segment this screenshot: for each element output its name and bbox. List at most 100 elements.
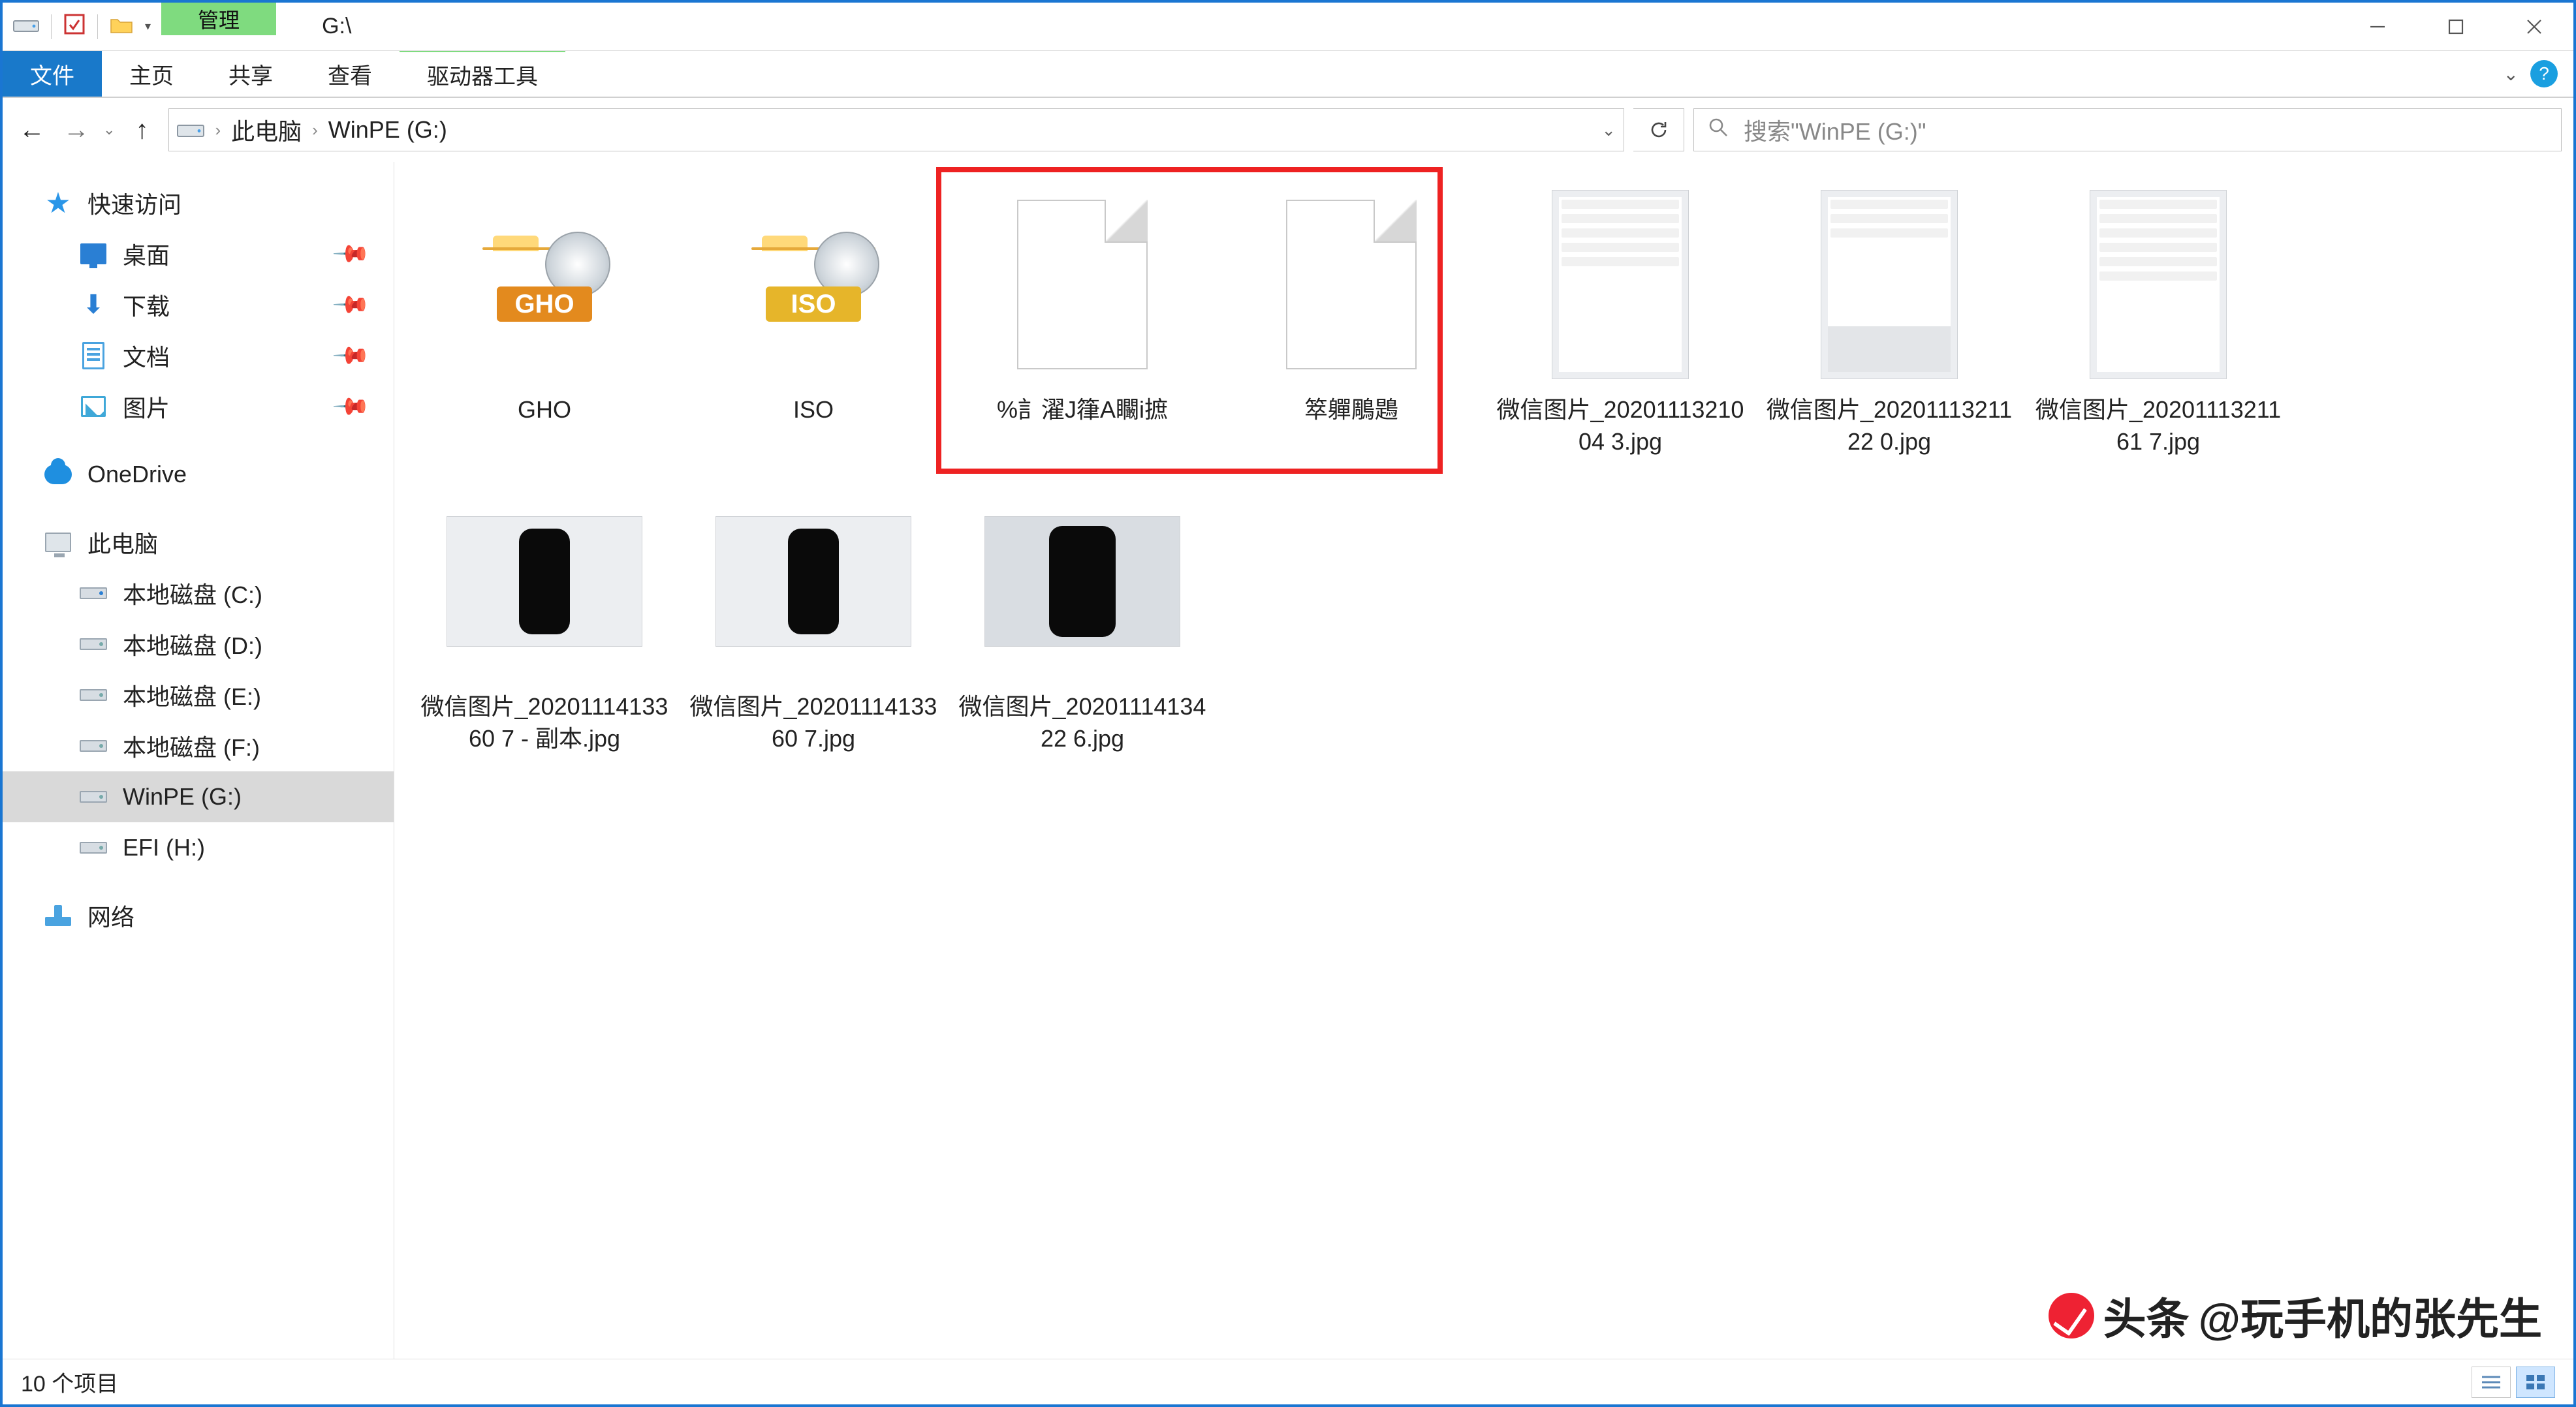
maximize-button[interactable] bbox=[2417, 3, 2495, 50]
folder-icon: GHO bbox=[482, 236, 606, 333]
history-dropdown-icon[interactable]: ⌄ bbox=[103, 121, 115, 138]
ribbon-expand-icon[interactable]: ⌄ bbox=[2504, 63, 2519, 85]
drive-icon bbox=[80, 580, 107, 607]
image-thumbnail bbox=[1552, 190, 1689, 379]
search-icon bbox=[1707, 116, 1729, 144]
file-label: 微信图片_2020111321004 3.jpg bbox=[1496, 394, 1744, 457]
tab-drive-tools[interactable]: 驱动器工具 bbox=[400, 51, 565, 97]
sidebar-drive-e[interactable]: 本地磁盘 (E:) bbox=[3, 670, 394, 720]
sidebar-item-label: 文档 bbox=[123, 339, 170, 373]
properties-icon[interactable] bbox=[63, 13, 86, 40]
pin-icon: 📌 bbox=[332, 234, 371, 273]
file-icon bbox=[1017, 200, 1148, 369]
file-item-image-6[interactable]: 微信图片_2020111413422 6.jpg bbox=[948, 477, 1217, 754]
toutiao-logo-icon bbox=[2049, 1293, 2094, 1338]
sidebar-quick-access[interactable]: ★ 快速访问 bbox=[3, 178, 394, 228]
close-button[interactable] bbox=[2495, 3, 2573, 50]
folder-item-gho[interactable]: GHO GHO bbox=[410, 180, 679, 457]
file-label: %訁濯J箻A矙i摭 bbox=[997, 394, 1168, 426]
sidebar-item-label: EFI (H:) bbox=[123, 834, 205, 861]
search-input[interactable]: 搜索"WinPE (G:)" bbox=[1693, 108, 2562, 151]
forward-button[interactable]: → bbox=[59, 112, 94, 147]
pc-icon bbox=[44, 529, 72, 556]
sidebar-item-label: WinPE (G:) bbox=[123, 783, 242, 811]
status-item-count: 10 个项目 bbox=[21, 1366, 118, 1398]
sidebar-network[interactable]: 网络 bbox=[3, 890, 394, 941]
file-label: 微信图片_2020111321122 0.jpg bbox=[1765, 394, 2013, 457]
sidebar-item-label: 本地磁盘 (E:) bbox=[123, 678, 261, 712]
file-list[interactable]: GHO GHO ISO ISO %訁濯J箻A矙i摭 箤軃鵰鶗 微信图片_2020… bbox=[394, 162, 2573, 1359]
minimize-button[interactable] bbox=[2338, 3, 2417, 50]
navigation-pane: ★ 快速访问 桌面 📌 ⬇ 下载 📌 文档 📌 图片 📌 bbox=[3, 162, 394, 1359]
refresh-button[interactable] bbox=[1633, 108, 1684, 151]
drive-icon bbox=[80, 681, 107, 709]
address-bar[interactable]: › 此电脑 › WinPE (G:) ⌄ bbox=[168, 108, 1624, 151]
folder-icon: ISO bbox=[751, 236, 875, 333]
sidebar-this-pc[interactable]: 此电脑 bbox=[3, 517, 394, 568]
back-button[interactable]: ← bbox=[14, 112, 50, 147]
image-thumbnail bbox=[447, 516, 642, 647]
file-label: 微信图片_2020111413422 6.jpg bbox=[958, 691, 1206, 754]
tab-file[interactable]: 文件 bbox=[3, 51, 102, 97]
up-button[interactable]: ↑ bbox=[124, 112, 159, 147]
sidebar-item-label: 桌面 bbox=[123, 237, 170, 271]
watermark-brand: 头条 bbox=[2103, 1284, 2190, 1347]
sidebar-item-label: 快速访问 bbox=[87, 186, 181, 220]
quick-access-toolbar: ▾ bbox=[3, 3, 161, 50]
context-tab-manage[interactable]: 管理 bbox=[161, 3, 276, 35]
sidebar-item-label: 本地磁盘 (C:) bbox=[123, 576, 262, 610]
sidebar-drive-f[interactable]: 本地磁盘 (F:) bbox=[3, 720, 394, 771]
address-dropdown-icon[interactable]: ⌄ bbox=[1601, 120, 1616, 140]
view-icons-button[interactable] bbox=[2516, 1367, 2555, 1398]
view-details-button[interactable] bbox=[2472, 1367, 2511, 1398]
help-icon[interactable]: ? bbox=[2530, 60, 2558, 87]
sidebar-desktop[interactable]: 桌面 📌 bbox=[3, 228, 394, 279]
file-label: ISO bbox=[793, 394, 834, 426]
window-title: G:\ bbox=[296, 3, 2338, 50]
breadcrumb-current[interactable]: WinPE (G:) bbox=[328, 116, 447, 144]
sidebar-drive-c[interactable]: 本地磁盘 (C:) bbox=[3, 568, 394, 619]
tab-view[interactable]: 查看 bbox=[300, 51, 400, 97]
sidebar-downloads[interactable]: ⬇ 下载 📌 bbox=[3, 279, 394, 330]
drive-icon bbox=[80, 783, 107, 811]
sidebar-item-label: 本地磁盘 (D:) bbox=[123, 627, 262, 661]
sidebar-drive-h[interactable]: EFI (H:) bbox=[3, 822, 394, 873]
sidebar-onedrive[interactable]: OneDrive bbox=[3, 449, 394, 500]
tab-home[interactable]: 主页 bbox=[102, 51, 201, 97]
file-item-image-1[interactable]: 微信图片_2020111321004 3.jpg bbox=[1486, 180, 1755, 457]
qat-dropdown-icon[interactable]: ▾ bbox=[145, 20, 151, 33]
image-thumbnail bbox=[2090, 190, 2227, 379]
sidebar-item-label: OneDrive bbox=[87, 461, 187, 488]
cloud-icon bbox=[44, 461, 72, 488]
sidebar-documents[interactable]: 文档 📌 bbox=[3, 330, 394, 381]
drive-icon bbox=[80, 732, 107, 760]
network-icon bbox=[44, 902, 72, 929]
file-label: 微信图片_2020111321161 7.jpg bbox=[2034, 394, 2282, 457]
new-folder-icon[interactable] bbox=[110, 14, 133, 39]
file-item-unknown-1[interactable]: %訁濯J箻A矙i摭 bbox=[948, 180, 1217, 457]
image-thumbnail bbox=[1821, 190, 1958, 379]
file-item-image-2[interactable]: 微信图片_2020111321122 0.jpg bbox=[1755, 180, 2024, 457]
sidebar-item-label: 此电脑 bbox=[87, 525, 158, 559]
sidebar-item-label: 网络 bbox=[87, 899, 134, 933]
pin-icon: 📌 bbox=[332, 285, 371, 324]
sidebar-drive-g[interactable]: WinPE (G:) bbox=[3, 771, 394, 822]
file-item-image-4[interactable]: 微信图片_2020111413360 7 - 副本.jpg bbox=[410, 477, 679, 754]
tab-share[interactable]: 共享 bbox=[201, 51, 300, 97]
image-thumbnail bbox=[984, 516, 1180, 647]
file-item-unknown-2[interactable]: 箤軃鵰鶗 bbox=[1217, 180, 1486, 457]
watermark: 头条 @玩手机的张先生 bbox=[2049, 1284, 2542, 1347]
document-icon bbox=[80, 342, 107, 369]
file-item-image-5[interactable]: 微信图片_2020111413360 7.jpg bbox=[679, 477, 948, 754]
sidebar-pictures[interactable]: 图片 📌 bbox=[3, 381, 394, 432]
file-label: 微信图片_2020111413360 7 - 副本.jpg bbox=[420, 691, 668, 754]
breadcrumb-root[interactable]: 此电脑 bbox=[231, 113, 302, 147]
chevron-right-icon[interactable]: › bbox=[215, 120, 221, 140]
sidebar-drive-d[interactable]: 本地磁盘 (D:) bbox=[3, 619, 394, 670]
drive-icon bbox=[13, 16, 39, 37]
chevron-right-icon[interactable]: › bbox=[312, 120, 318, 140]
file-label: GHO bbox=[518, 394, 571, 426]
file-item-image-3[interactable]: 微信图片_2020111321161 7.jpg bbox=[2024, 180, 2293, 457]
navigation-row: ← → ⌄ ↑ › 此电脑 › WinPE (G:) ⌄ 搜索"WinPE (G… bbox=[3, 98, 2573, 162]
folder-item-iso[interactable]: ISO ISO bbox=[679, 180, 948, 457]
